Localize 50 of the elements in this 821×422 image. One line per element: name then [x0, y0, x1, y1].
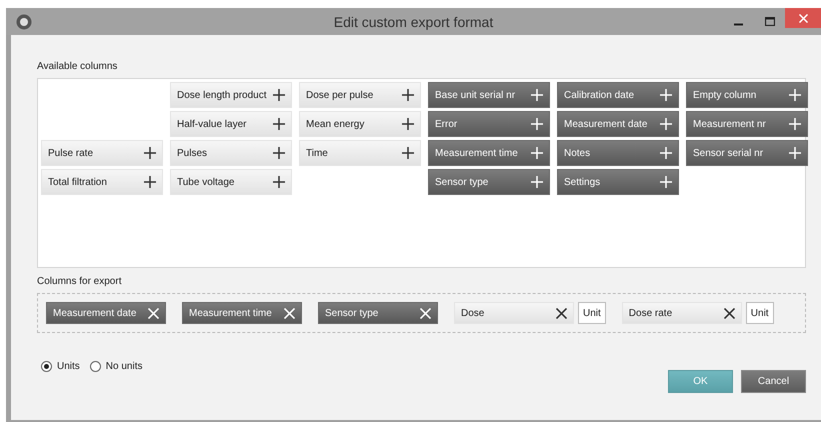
- column-chip[interactable]: Notes: [557, 140, 679, 166]
- section-label: Columns for export: [37, 276, 122, 287]
- column-chip[interactable]: Half-value layer: [170, 111, 292, 137]
- column-chip[interactable]: Pulse rate: [41, 140, 163, 166]
- plus-icon[interactable]: [402, 89, 414, 101]
- column-chip[interactable]: Measurement nr: [686, 111, 808, 137]
- column-chip[interactable]: Measurement date: [557, 111, 679, 137]
- column-chip[interactable]: Sensor serial nr: [686, 140, 808, 166]
- cancel-button[interactable]: Cancel: [741, 370, 806, 393]
- close-icon[interactable]: [798, 14, 808, 22]
- unit-field[interactable]: Unit: [746, 302, 774, 324]
- column-chip[interactable]: Sensor type: [428, 169, 550, 195]
- plus-icon[interactable]: [144, 147, 156, 159]
- column-chip[interactable]: Dose rate: [622, 302, 742, 324]
- remove-icon[interactable]: [556, 308, 567, 318]
- plus-icon[interactable]: [273, 176, 285, 188]
- radio-button[interactable]: [90, 361, 101, 372]
- plus-icon[interactable]: [273, 118, 285, 130]
- window-title: Edit custom export format: [334, 14, 494, 30]
- section-label: Available columns: [37, 61, 118, 72]
- plus-icon[interactable]: [144, 176, 156, 188]
- column-chip[interactable]: Measurement date: [46, 302, 166, 324]
- plus-icon[interactable]: [273, 89, 285, 101]
- column-chip[interactable]: Measurement time: [182, 302, 302, 324]
- column-chip[interactable]: Total filtration: [41, 169, 163, 195]
- column-chip[interactable]: Base unit serial nr: [428, 82, 550, 108]
- plus-icon[interactable]: [402, 118, 414, 130]
- remove-icon[interactable]: [724, 308, 735, 318]
- column-chip[interactable]: Mean energy: [299, 111, 421, 137]
- app-logo-icon: [16, 14, 32, 30]
- column-chip[interactable]: Error: [428, 111, 550, 137]
- plus-icon[interactable]: [402, 147, 414, 159]
- radio-label[interactable]: No units: [106, 361, 142, 372]
- column-chip[interactable]: Empty column: [686, 82, 808, 108]
- column-chip[interactable]: Calibration date: [557, 82, 679, 108]
- close-button[interactable]: [785, 8, 821, 28]
- radio-button[interactable]: [41, 361, 52, 372]
- column-chip[interactable]: Settings: [557, 169, 679, 195]
- column-chip[interactable]: Time: [299, 140, 421, 166]
- column-chip[interactable]: Pulses: [170, 140, 292, 166]
- maximize-icon[interactable]: [764, 17, 774, 26]
- column-chip[interactable]: Dose: [454, 302, 574, 324]
- column-chip[interactable]: Dose length product: [170, 82, 292, 108]
- column-chip[interactable]: Measurement time: [428, 140, 550, 166]
- column-chip[interactable]: Sensor type: [318, 302, 438, 324]
- column-chip[interactable]: Dose per pulse: [299, 82, 421, 108]
- unit-field[interactable]: Unit: [578, 302, 606, 324]
- plus-icon[interactable]: [273, 147, 285, 159]
- column-chip[interactable]: Tube voltage: [170, 169, 292, 195]
- radio-label[interactable]: Units: [57, 361, 80, 372]
